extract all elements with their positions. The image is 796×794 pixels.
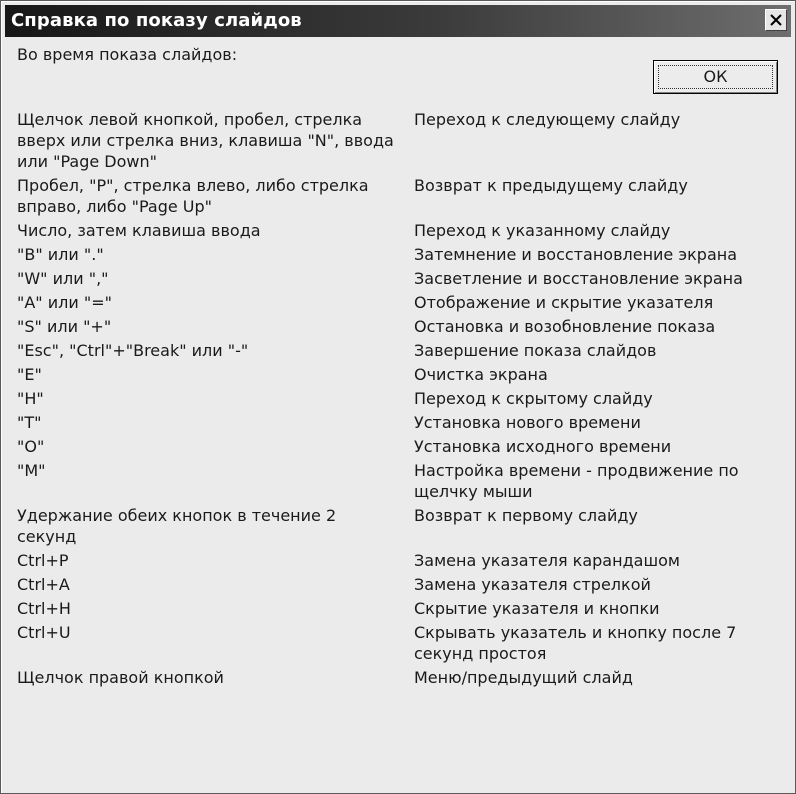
shortcut-row: Пробел, "P", стрелка влево, либо стрелка… — [17, 175, 789, 217]
shortcut-action: Переход к скрытому слайду — [414, 389, 653, 408]
shortcut-row: Щелчок левой кнопкой, пробел, стрелка вв… — [17, 109, 789, 172]
shortcut-row: "S" или "+" Остановка и возобновление пок… — [17, 316, 789, 337]
shortcut-key: Ctrl+H — [17, 599, 71, 618]
shortcut-row: "A" или "=" Отображение и скрытие указате… — [17, 292, 789, 313]
shortcut-action: Затемнение и восстановление экрана — [414, 245, 738, 264]
shortcut-key: "M" — [17, 461, 46, 480]
shortcut-action: Замена указателя карандашом — [414, 551, 680, 570]
slideshow-help-dialog: Справка по показу слайдов Во время показ… — [0, 0, 796, 794]
shortcut-action: Скрывать указатель и кнопку после 7 секу… — [414, 623, 737, 663]
shortcut-row: Ctrl+A Замена указателя стрелкой — [17, 574, 789, 595]
shortcut-action: Установка нового времени — [414, 413, 641, 432]
shortcut-row: "T" Установка нового времени — [17, 412, 789, 433]
shortcut-key: "A" или "=" — [17, 293, 112, 312]
shortcut-row: Ctrl+U Скрывать указатель и кнопку после … — [17, 622, 789, 664]
shortcut-row: "M" Настройка времени - продвижение по ще… — [17, 460, 789, 502]
shortcut-key: "B" или "." — [17, 245, 104, 264]
shortcut-list: Щелчок левой кнопкой, пробел, стрелка вв… — [17, 109, 789, 691]
intro-text: Во время показа слайдов: — [17, 45, 238, 64]
shortcut-action: Установка исходного времени — [414, 437, 672, 456]
shortcut-row: Удержание обеих кнопок в течение 2 секун… — [17, 505, 789, 547]
shortcut-row: "H" Переход к скрытому слайду — [17, 388, 789, 409]
shortcut-key: Число, затем клавиша ввода — [17, 221, 261, 240]
shortcut-key: "E" — [17, 365, 42, 384]
shortcut-action: Переход к следующему слайду — [414, 110, 681, 129]
shortcut-row: Ctrl+P Замена указателя карандашом — [17, 550, 789, 571]
shortcut-key: "H" — [17, 389, 44, 408]
shortcut-key: Щелчок правой кнопкой — [17, 668, 224, 687]
ok-button[interactable]: ОК — [653, 60, 778, 94]
shortcut-key: Удержание обеих кнопок в течение 2 секун… — [17, 506, 337, 546]
shortcut-key: "Esc", "Ctrl"+"Break" или "-" — [17, 341, 249, 360]
shortcut-row: Ctrl+H Скрытие указателя и кнопки — [17, 598, 789, 619]
dialog-title: Справка по показу слайдов — [11, 10, 302, 31]
shortcut-action: Завершение показа слайдов — [414, 341, 657, 360]
shortcut-row: "B" или "." Затемнение и восстановление э… — [17, 244, 789, 265]
shortcut-key: Пробел, "P", стрелка влево, либо стрелка… — [17, 176, 369, 216]
shortcut-action: Скрытие указателя и кнопки — [414, 599, 660, 618]
shortcut-row: Число, затем клавиша ввода Переход к указ… — [17, 220, 789, 241]
shortcut-key: Щелчок левой кнопкой, пробел, стрелка вв… — [17, 110, 394, 171]
shortcut-action: Меню/предыдущий слайд — [414, 668, 633, 687]
shortcut-action: Возврат к первому слайду — [414, 506, 638, 525]
shortcut-key: "S" или "+" — [17, 317, 112, 336]
close-icon — [770, 14, 782, 26]
shortcut-row: "O" Установка исходного времени — [17, 436, 789, 457]
shortcut-action: Возврат к предыдущему слайду — [414, 176, 688, 195]
title-bar[interactable]: Справка по показу слайдов — [5, 5, 791, 37]
shortcut-action: Очистка экрана — [414, 365, 548, 384]
shortcut-action: Отображение и скрытие указателя — [414, 293, 714, 312]
shortcut-action: Остановка и возобновление показа — [414, 317, 716, 336]
shortcut-key: Ctrl+P — [17, 551, 69, 570]
shortcut-key: "W" или "," — [17, 269, 109, 288]
close-button[interactable] — [765, 9, 787, 31]
shortcut-row: "W" или "," Засветление и восстановление … — [17, 268, 789, 289]
shortcut-row: Щелчок правой кнопкой Меню/предыдущий сла… — [17, 667, 789, 688]
shortcut-key: Ctrl+A — [17, 575, 70, 594]
shortcut-row: "E" Очистка экрана — [17, 364, 789, 385]
shortcut-action: Замена указателя стрелкой — [414, 575, 651, 594]
shortcut-key: Ctrl+U — [17, 623, 71, 642]
ok-button-label: ОК — [703, 67, 728, 86]
shortcut-action: Переход к указанному слайду — [414, 221, 671, 240]
shortcut-action: Засветление и восстановление экрана — [414, 269, 743, 288]
shortcut-key: "O" — [17, 437, 45, 456]
shortcut-row: "Esc", "Ctrl"+"Break" или "-" Завершение … — [17, 340, 789, 361]
shortcut-key: "T" — [17, 413, 42, 432]
shortcut-action: Настройка времени - продвижение по щелчк… — [414, 461, 739, 501]
